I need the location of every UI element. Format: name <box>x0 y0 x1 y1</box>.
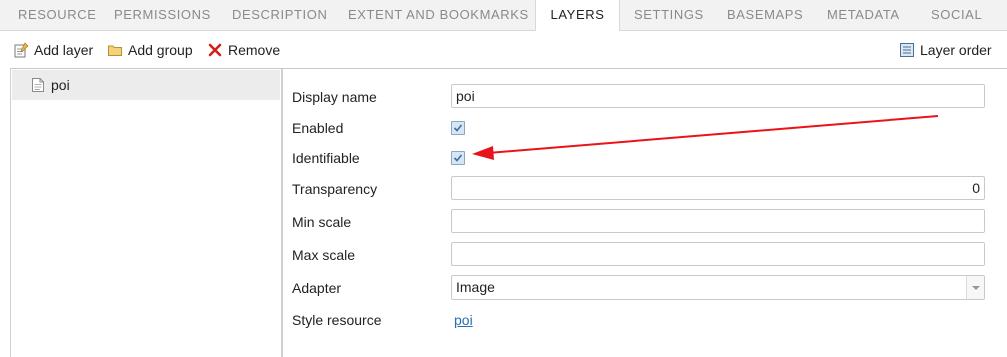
style-resource-link[interactable]: poi <box>454 312 473 328</box>
checkmark-icon <box>453 124 463 132</box>
max-scale-input[interactable] <box>451 242 985 266</box>
adapter-label: Adapter <box>292 280 342 296</box>
tree-item-label: poi <box>51 77 70 93</box>
toolbar: Add layer Add group Remove Layer order <box>0 31 1007 67</box>
transparency-label: Transparency <box>292 181 378 197</box>
max-scale-label: Max scale <box>292 247 356 263</box>
close-icon <box>207 42 223 58</box>
transparency-input[interactable] <box>451 176 985 200</box>
add-layer-icon <box>13 42 29 58</box>
add-layer-label: Add layer <box>34 42 94 58</box>
tab-resource[interactable]: Resource <box>18 0 96 31</box>
add-layer-button[interactable]: Add layer <box>13 40 93 60</box>
tab-metadata[interactable]: Metadata <box>827 0 900 31</box>
list-icon <box>899 42 915 58</box>
identifiable-label: Identifiable <box>292 150 360 166</box>
adapter-selected-value: Image <box>456 279 495 295</box>
remove-button[interactable]: Remove <box>207 40 280 60</box>
layer-order-button[interactable]: Layer order <box>899 40 992 60</box>
enabled-label: Enabled <box>292 120 344 136</box>
style-resource-label: Style resource <box>292 312 382 328</box>
min-scale-input[interactable] <box>451 209 985 233</box>
tab-layers[interactable]: Layers <box>535 0 620 32</box>
enabled-checkbox[interactable] <box>451 121 465 135</box>
tab-description[interactable]: Description <box>232 0 327 31</box>
add-group-label: Add group <box>128 42 193 58</box>
checkmark-icon <box>453 154 463 162</box>
tab-bar: Resource Permissions Description Extent … <box>0 0 1007 32</box>
tab-social[interactable]: Social <box>931 0 982 31</box>
folder-icon <box>107 42 123 58</box>
layer-tree: poi <box>10 68 282 357</box>
min-scale-label: Min scale <box>292 214 352 230</box>
remove-label: Remove <box>228 42 281 58</box>
tab-extent-and-bookmarks[interactable]: Extent and bookmarks <box>348 0 529 31</box>
tab-permissions[interactable]: Permissions <box>114 0 211 31</box>
tree-item-poi[interactable]: poi <box>12 70 280 100</box>
add-group-button[interactable]: Add group <box>107 40 193 60</box>
layer-order-label: Layer order <box>920 42 992 58</box>
tab-basemaps[interactable]: Basemaps <box>727 0 803 31</box>
chevron-down-icon[interactable] <box>966 276 984 299</box>
document-icon <box>32 78 44 92</box>
display-name-label: Display name <box>292 89 377 105</box>
adapter-select[interactable]: Image <box>451 275 985 300</box>
tab-settings[interactable]: Settings <box>634 0 704 31</box>
display-name-input[interactable] <box>451 84 985 108</box>
identifiable-checkbox[interactable] <box>451 151 465 165</box>
